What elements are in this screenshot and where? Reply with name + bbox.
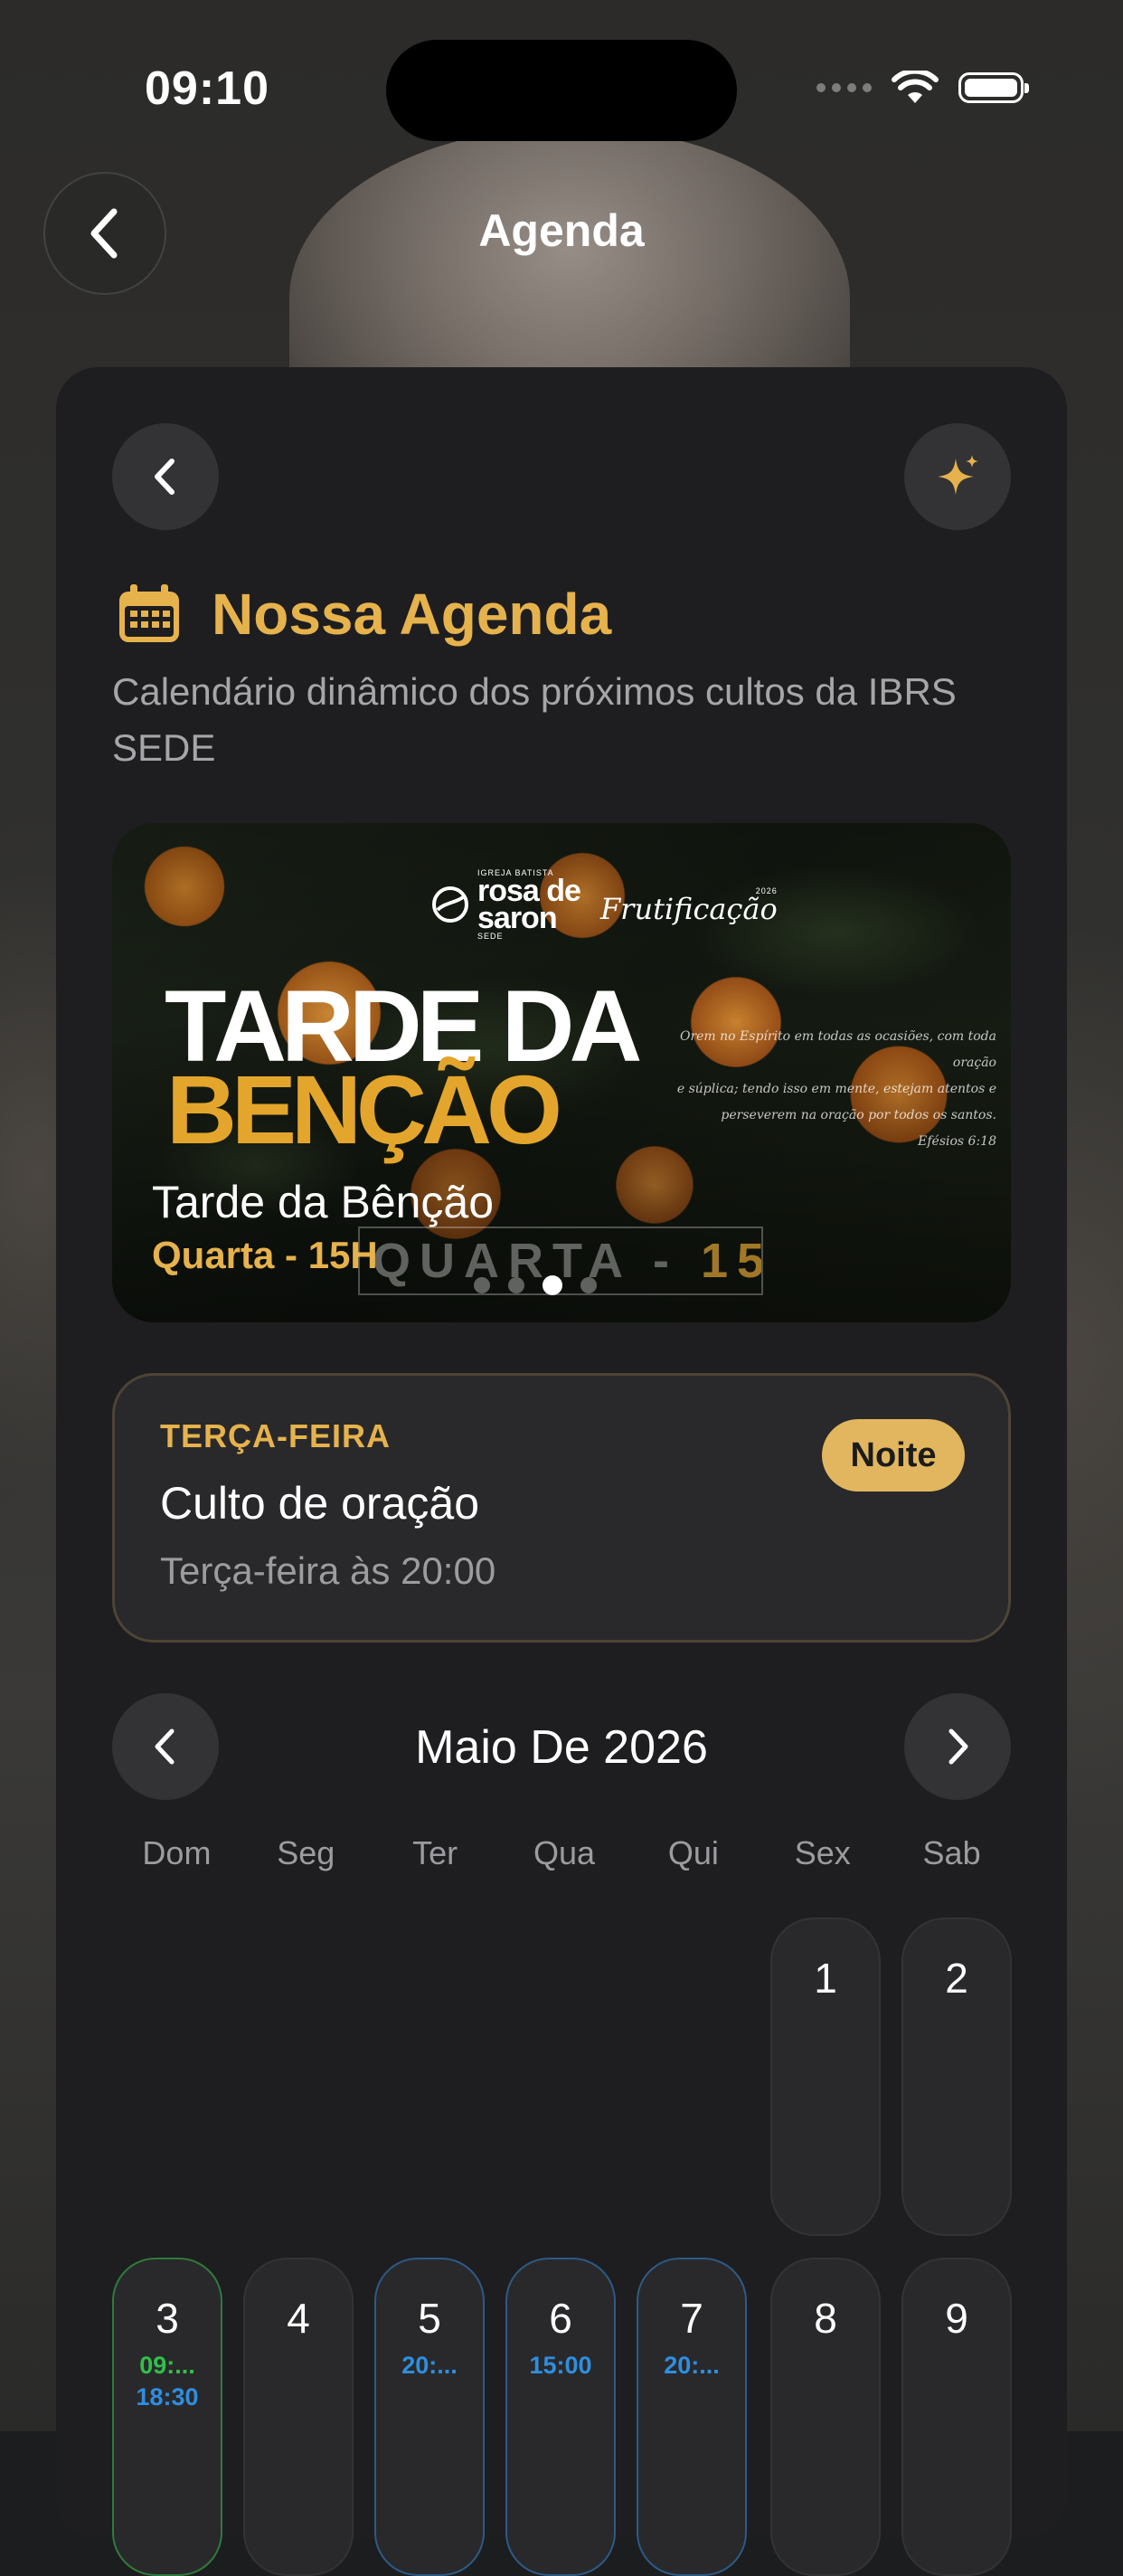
calendar-day[interactable]: 8 <box>770 2258 881 2576</box>
banner-verse: Orem no Espírito em todas as ocasiões, c… <box>676 1029 996 1149</box>
wifi-icon <box>892 71 939 103</box>
carousel-dots[interactable] <box>474 1275 597 1295</box>
event-time: Terça-feira às 20:00 <box>160 1549 496 1592</box>
agenda-card: Nossa Agenda Calendário dinâmico dos pró… <box>56 367 1067 2576</box>
card-back-button[interactable] <box>112 423 219 530</box>
section-subtitle: Calendário dinâmico dos próximos cultos … <box>112 670 957 769</box>
sparkle-icon <box>938 455 978 495</box>
calendar-day[interactable]: 9 <box>901 2258 1012 2576</box>
calendar-day[interactable]: 6 15:00 <box>505 2258 616 2576</box>
weekday-label: Qua <box>533 1834 596 1871</box>
chevron-left-icon <box>155 459 175 495</box>
battery-icon <box>958 72 1029 103</box>
weekday-label: Sex <box>794 1834 851 1871</box>
event-time-chip: 09:... <box>139 2352 195 2379</box>
weekday-label: Dom <box>142 1834 212 1871</box>
calendar-day[interactable]: 2 <box>901 1918 1012 2236</box>
carousel-dot[interactable] <box>474 1277 490 1293</box>
event-banner[interactable]: IGREJA BATISTA rosa de saron SEDE 2026 F… <box>112 823 1011 1322</box>
calendar-day[interactable]: 4 <box>243 2258 354 2576</box>
section-heading: Nossa Agenda <box>118 581 611 648</box>
banner-headline-2: BENÇÃO <box>166 1055 562 1164</box>
calendar-day[interactable]: 5 20:... <box>374 2258 485 2576</box>
event-time-chip: 18:30 <box>136 2383 199 2410</box>
weekday-label: Qui <box>667 1834 719 1871</box>
calendar-day[interactable]: 1 <box>770 1918 881 2236</box>
period-badge: Noite <box>822 1419 965 1492</box>
weekday-label: Ter <box>412 1834 458 1871</box>
calendar-day[interactable]: 3 09:... 18:30 <box>112 2258 222 2576</box>
status-icons <box>816 71 1029 105</box>
weekday-header: Dom Seg Ter Qua Qui Sex Sab <box>112 1834 1016 1872</box>
carousel-dot[interactable] <box>508 1277 524 1293</box>
chevron-right-icon <box>948 1728 968 1765</box>
carousel-dot-active[interactable] <box>543 1275 562 1295</box>
carousel-dot[interactable] <box>580 1277 597 1293</box>
event-time-chip: 20:... <box>401 2352 458 2379</box>
dynamic-island <box>386 40 737 141</box>
status-time: 09:10 <box>145 62 269 115</box>
event-day: TERÇA-FEIRA <box>160 1417 391 1454</box>
campaign-logo: Frutificação <box>599 892 778 926</box>
sparkle-button[interactable] <box>904 423 1011 530</box>
weekday-label: Sab <box>922 1834 981 1871</box>
calendar-day[interactable]: 7 20:... <box>637 2258 747 2576</box>
banner-title: Tarde da Bênção <box>152 1177 495 1227</box>
next-event-card[interactable]: TERÇA-FEIRA Culto de oração Terça-feira … <box>112 1373 1011 1643</box>
rose-logo-icon <box>432 886 468 923</box>
event-title: Culto de oração <box>160 1478 480 1529</box>
event-time-chip: 20:... <box>664 2352 720 2379</box>
calendar-icon <box>119 584 179 642</box>
nav-title: Agenda <box>478 205 645 256</box>
banner-subtitle: Quarta - 15H <box>152 1234 378 1276</box>
church-logo: IGREJA BATISTA rosa de saron SEDE 2026 F… <box>430 868 778 941</box>
weekday-label: Seg <box>277 1834 335 1871</box>
signal-icon <box>816 83 872 92</box>
section-title: Nossa Agenda <box>212 582 612 647</box>
event-time-chip: 15:00 <box>529 2352 592 2379</box>
next-month-button[interactable] <box>904 1693 1011 1800</box>
